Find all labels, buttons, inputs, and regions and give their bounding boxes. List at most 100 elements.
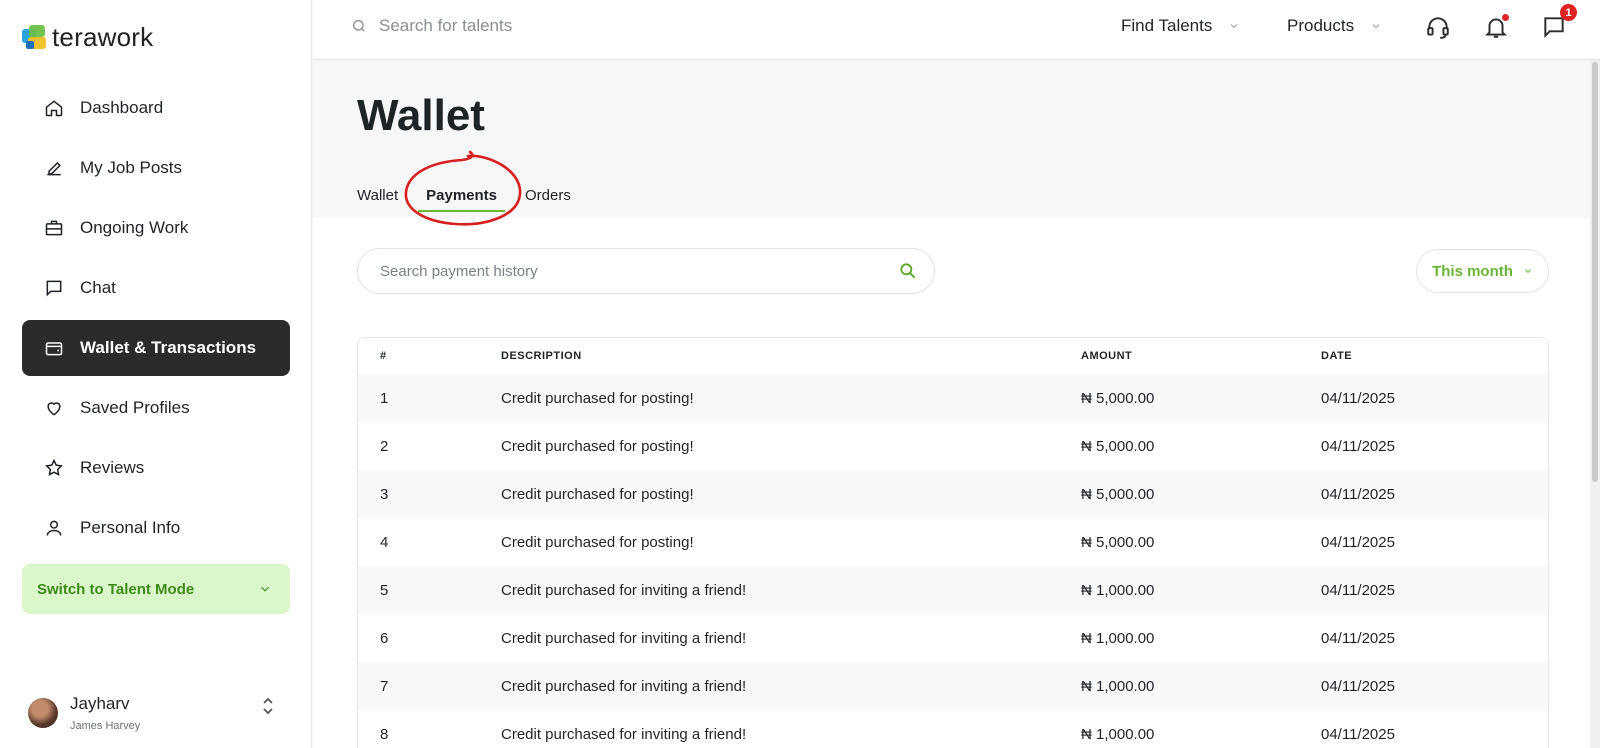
sidebar-item-personal-info[interactable]: Personal Info: [22, 500, 290, 556]
row-amount: ₦ 1,000.00: [1081, 629, 1155, 647]
row-amount: ₦ 5,000.00: [1081, 437, 1155, 455]
talent-search-input[interactable]: [379, 16, 679, 36]
sidebar: terawork Dashboard My Job Posts Ongoing …: [0, 0, 312, 748]
sidebar-item-dashboard[interactable]: Dashboard: [22, 80, 290, 136]
sidebar-item-label: Saved Profiles: [80, 398, 190, 417]
sidebar-item-chat[interactable]: Chat: [22, 260, 290, 316]
row-description: Credit purchased for posting!: [501, 437, 694, 455]
row-description: Credit purchased for posting!: [501, 533, 694, 551]
row-amount: ₦ 1,000.00: [1081, 725, 1155, 743]
user-fullname: James Harvey: [70, 720, 141, 732]
user-profile[interactable]: Jayharv James Harvey: [28, 690, 286, 736]
row-index: 2: [380, 437, 389, 455]
tab-bar: Wallet Payments Orders: [357, 183, 599, 212]
tab-orders[interactable]: Orders: [525, 183, 571, 212]
table-row[interactable]: 4 Credit purchased for posting! ₦ 5,000.…: [358, 518, 1548, 566]
chevron-down-icon: [261, 586, 269, 592]
messages-icon[interactable]: 1: [1541, 4, 1577, 42]
scrollbar-thumb[interactable]: [1592, 62, 1598, 482]
wallet-icon: [45, 342, 63, 356]
talent-search: [351, 16, 679, 36]
row-date: 04/11/2025: [1321, 581, 1395, 599]
table-row[interactable]: 8 Credit purchased for inviting a friend…: [358, 710, 1548, 748]
row-index: 7: [380, 677, 389, 695]
column-header: DATE: [1321, 350, 1353, 362]
row-amount: ₦ 1,000.00: [1081, 581, 1155, 599]
sidebar-item-label: My Job Posts: [80, 158, 183, 177]
row-date: 04/11/2025: [1321, 533, 1395, 551]
row-amount: ₦ 5,000.00: [1081, 533, 1155, 551]
row-date: 04/11/2025: [1321, 485, 1395, 503]
support-headset-icon[interactable]: [1425, 14, 1453, 42]
home-icon: [45, 100, 63, 117]
payment-search-input[interactable]: [380, 262, 898, 280]
table-row[interactable]: 5 Credit purchased for inviting a friend…: [358, 566, 1548, 614]
sidebar-item-ongoing-work[interactable]: Ongoing Work: [22, 200, 290, 256]
payment-search: [357, 248, 935, 294]
heart-icon: [47, 402, 61, 416]
table-body: 1 Credit purchased for posting! ₦ 5,000.…: [358, 374, 1548, 748]
sidebar-item-job-posts[interactable]: My Job Posts: [22, 140, 290, 196]
tab-wallet[interactable]: Wallet: [357, 183, 398, 212]
products-menu[interactable]: Products: [1287, 16, 1382, 36]
brand-name: terawork: [52, 22, 154, 52]
table-row[interactable]: 7 Credit purchased for inviting a friend…: [358, 662, 1548, 710]
products-label: Products: [1287, 16, 1355, 35]
pencil-icon: [47, 161, 61, 176]
sidebar-item-reviews[interactable]: Reviews: [22, 440, 290, 496]
row-date: 04/11/2025: [1321, 629, 1395, 647]
avatar: [28, 698, 58, 728]
notification-dot: [1502, 14, 1509, 21]
sidebar-item-label: Chat: [80, 278, 116, 297]
sidebar-item-label: Wallet & Transactions: [80, 338, 257, 357]
sidebar-item-label: Reviews: [80, 458, 145, 477]
row-date: 04/11/2025: [1321, 725, 1395, 743]
row-index: 5: [380, 581, 389, 599]
star-icon: [45, 458, 63, 476]
logo-icon: [22, 24, 46, 51]
row-date: 04/11/2025: [1321, 437, 1395, 455]
find-talents-menu[interactable]: Find Talents: [1121, 16, 1240, 36]
payments-panel: This month # DESCRIPTION AMOUNT DATE 1 C…: [313, 218, 1590, 748]
row-index: 8: [380, 725, 389, 743]
page-scrollbar[interactable]: [1590, 60, 1600, 748]
row-amount: ₦ 5,000.00: [1081, 389, 1155, 407]
user-icon: [46, 520, 62, 536]
user-name: Jayharv: [70, 694, 130, 713]
sidebar-item-saved-profiles[interactable]: Saved Profiles: [22, 380, 290, 436]
table-header: # DESCRIPTION AMOUNT DATE: [358, 338, 1548, 374]
switch-talent-mode-button[interactable]: Switch to Talent Mode: [22, 564, 290, 614]
sidebar-item-label: Dashboard: [80, 98, 164, 117]
page-title: Wallet: [357, 91, 485, 140]
tab-payments[interactable]: Payments: [418, 183, 505, 212]
brand-logo[interactable]: terawork: [22, 22, 153, 53]
sidebar-nav: Dashboard My Job Posts Ongoing Work Chat…: [22, 80, 290, 560]
row-description: Credit purchased for inviting a friend!: [501, 677, 747, 695]
search-icon[interactable]: [898, 261, 918, 281]
table-row[interactable]: 1 Credit purchased for posting! ₦ 5,000.…: [358, 374, 1548, 422]
row-date: 04/11/2025: [1321, 389, 1395, 407]
chevron-up-down-icon[interactable]: [260, 696, 276, 716]
chat-icon: [46, 280, 62, 297]
table-row[interactable]: 2 Credit purchased for posting! ₦ 5,000.…: [358, 422, 1548, 470]
table-row[interactable]: 3 Credit purchased for posting! ₦ 5,000.…: [358, 470, 1548, 518]
row-amount: ₦ 5,000.00: [1081, 485, 1155, 503]
row-index: 1: [380, 389, 389, 407]
sidebar-item-wallet[interactable]: Wallet & Transactions: [22, 320, 290, 376]
row-description: Credit purchased for posting!: [501, 485, 694, 503]
sidebar-item-label: Personal Info: [80, 518, 181, 537]
column-header: #: [380, 350, 387, 362]
column-header: AMOUNT: [1081, 350, 1133, 362]
row-description: Credit purchased for inviting a friend!: [501, 581, 747, 599]
table-row[interactable]: 6 Credit purchased for inviting a friend…: [358, 614, 1548, 662]
page-header: Wallet Wallet Payments Orders: [313, 61, 1590, 218]
notification-bell-icon[interactable]: [1483, 14, 1511, 42]
row-index: 6: [380, 629, 389, 647]
payments-table: # DESCRIPTION AMOUNT DATE 1 Credit purch…: [357, 337, 1549, 748]
chevron-down-icon: [1525, 269, 1531, 273]
messages-badge: 1: [1560, 4, 1577, 21]
row-date: 04/11/2025: [1321, 677, 1395, 695]
row-index: 4: [380, 533, 389, 551]
row-description: Credit purchased for inviting a friend!: [501, 629, 747, 647]
date-filter-dropdown[interactable]: This month: [1416, 249, 1549, 293]
